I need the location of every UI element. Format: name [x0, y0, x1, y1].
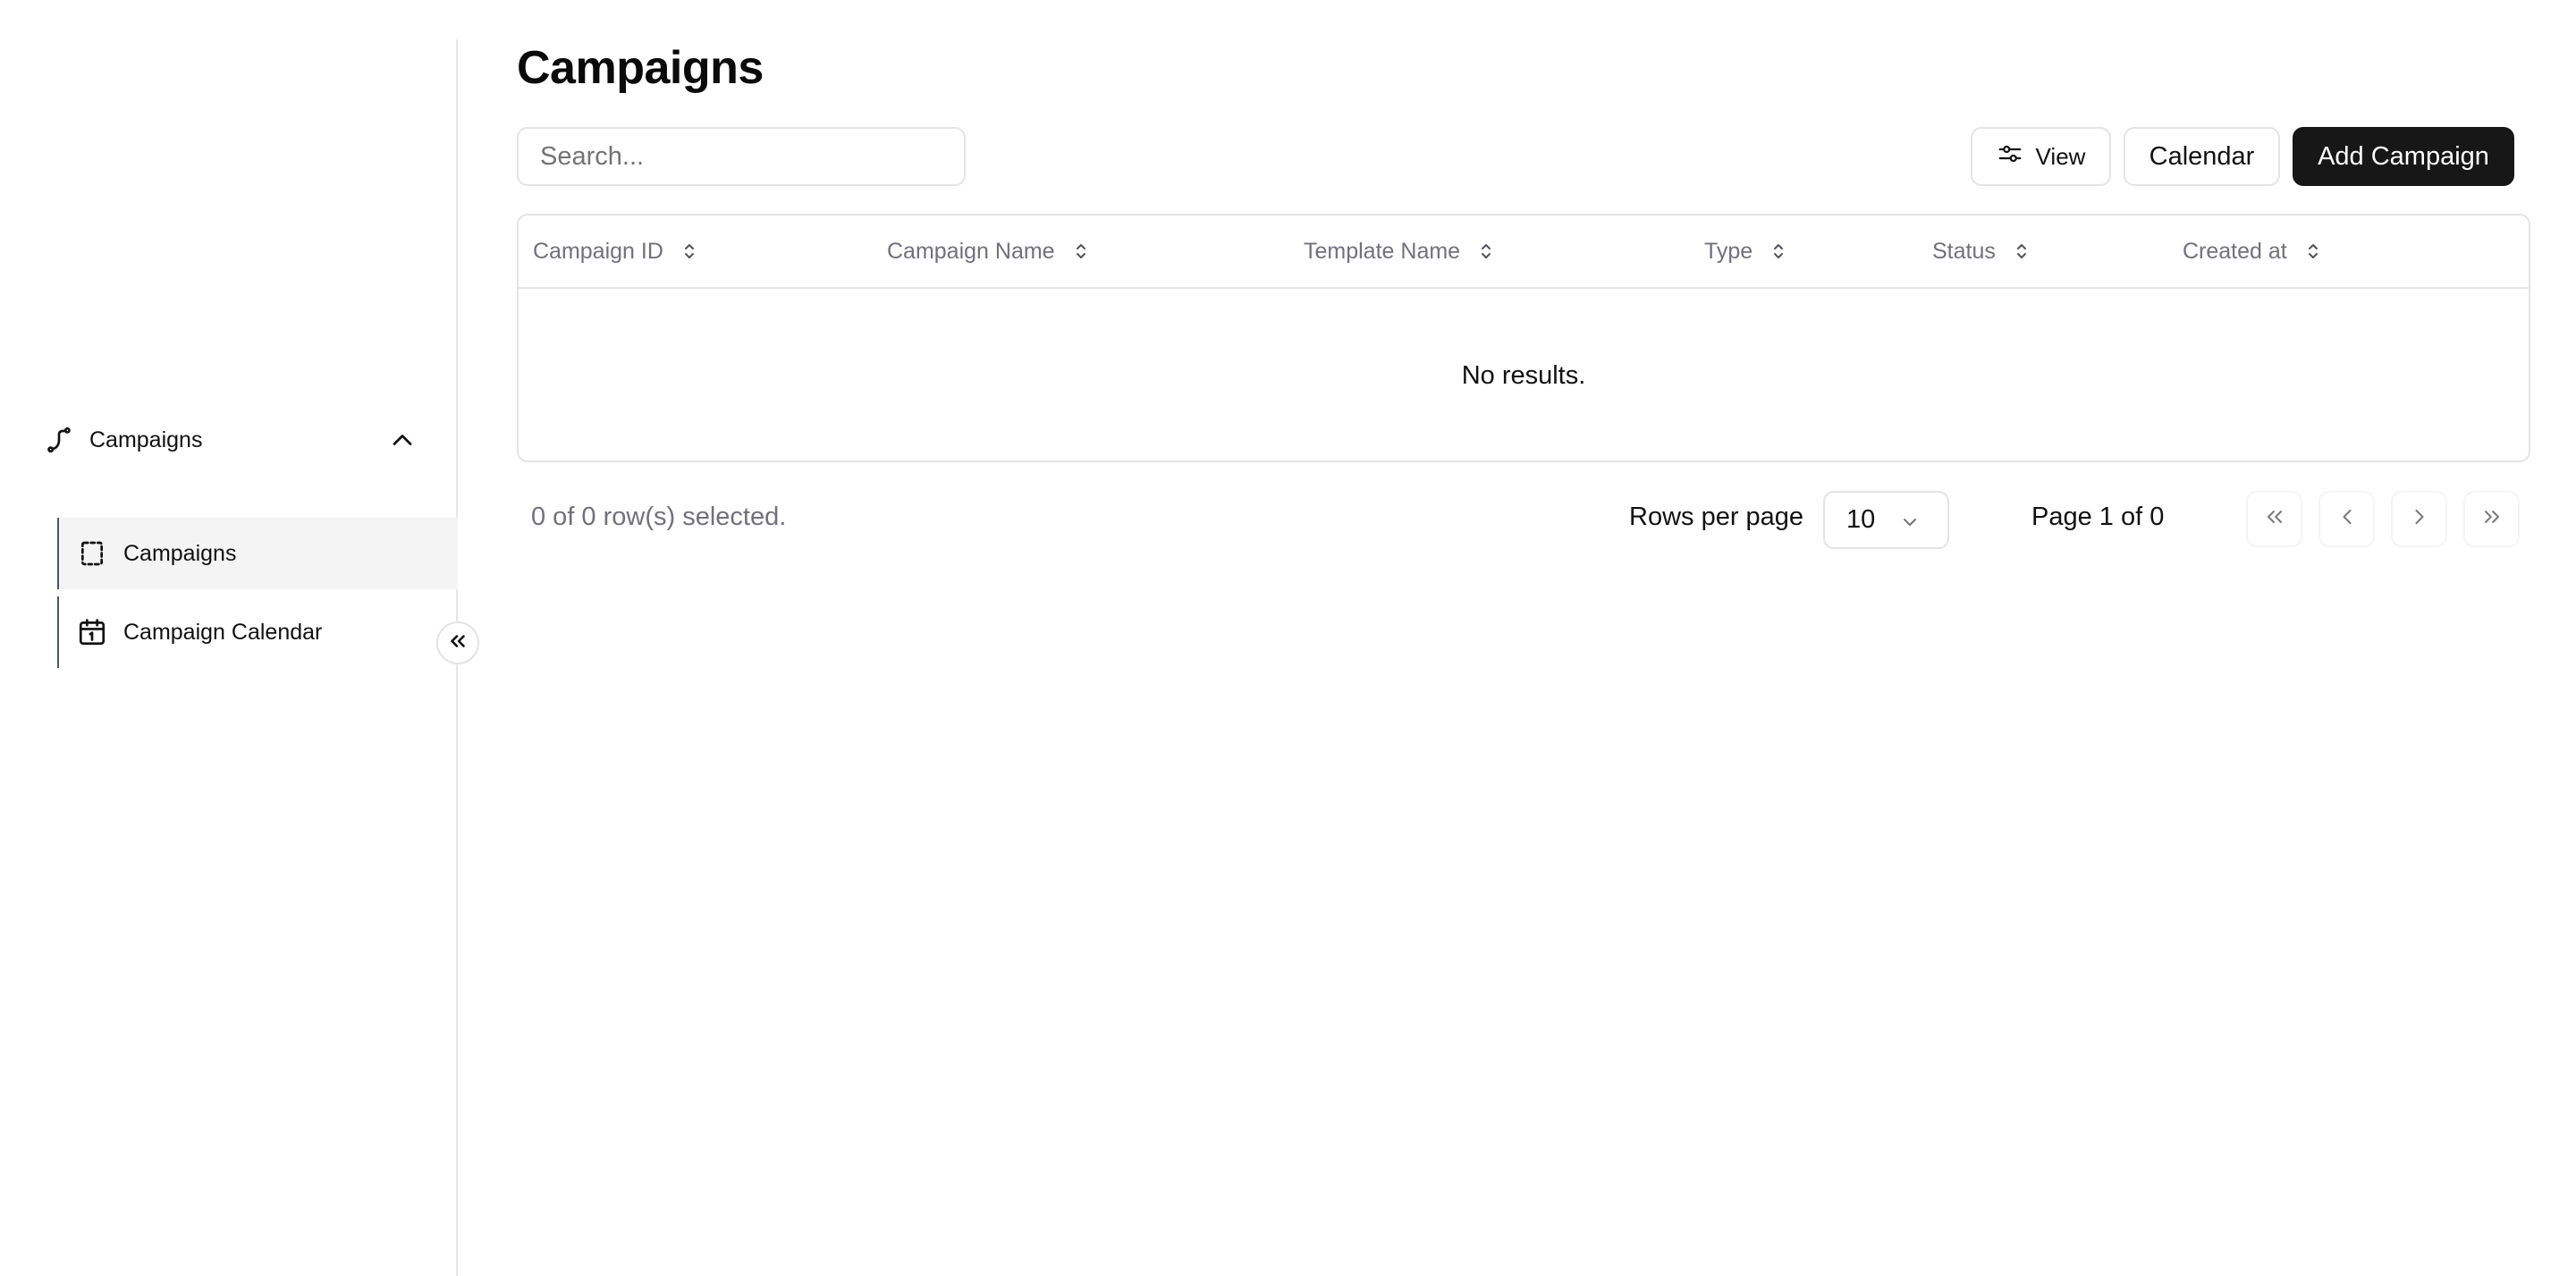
column-header-template-name[interactable]: Template Name: [1304, 215, 1496, 287]
selection-status: 0 of 0 row(s) selected.: [531, 503, 787, 531]
sidebar-item-label: Campaign Calendar: [123, 619, 323, 645]
view-button-label: View: [2035, 142, 2086, 170]
sidebar: Campaigns Campaigns Campaign Calendar: [0, 39, 479, 1276]
collapse-sidebar-button[interactable]: [436, 621, 479, 664]
column-header-type[interactable]: Type: [1704, 215, 1788, 287]
sort-icon: [2303, 239, 2323, 264]
column-header-label: Created at: [2183, 238, 2287, 264]
chevrons-left-icon: [2262, 504, 2287, 534]
rows-per-page-select[interactable]: 10: [1823, 491, 1949, 549]
first-page-button[interactable]: [2246, 491, 2302, 547]
calendar-button-label: Calendar: [2149, 141, 2255, 171]
chevron-down-icon: [1899, 511, 1921, 532]
last-page-button[interactable]: [2463, 491, 2520, 547]
search-input[interactable]: [517, 127, 966, 186]
sort-icon: [2012, 239, 2031, 264]
column-header-status[interactable]: Status: [1932, 215, 2031, 287]
calendar-button[interactable]: Calendar: [2124, 127, 2280, 186]
previous-page-button[interactable]: [2318, 491, 2375, 547]
sidebar-item-campaigns[interactable]: Campaigns: [57, 518, 458, 589]
column-header-created-at[interactable]: Created at: [2183, 215, 2323, 287]
rows-per-page-value: 10: [1846, 505, 1876, 534]
view-button[interactable]: View: [1971, 127, 2111, 186]
sort-icon: [1476, 239, 1496, 264]
chevron-left-icon: [2335, 504, 2360, 534]
chevrons-left-icon: [446, 630, 469, 657]
sort-icon: [1769, 239, 1788, 264]
column-header-label: Campaign ID: [533, 238, 663, 264]
column-header-label: Status: [1932, 238, 1996, 264]
column-header-label: Template Name: [1304, 238, 1461, 264]
sort-icon: [1071, 239, 1091, 264]
add-campaign-button-label: Add Campaign: [2318, 141, 2489, 171]
route-icon: [43, 424, 75, 456]
sidebar-group-campaigns[interactable]: Campaigns: [43, 411, 418, 469]
sidebar-subnav: Campaigns Campaign Calendar: [57, 518, 458, 675]
chevron-right-icon: [2407, 504, 2432, 534]
dashed-square-icon: [77, 538, 107, 569]
column-header-campaign-id[interactable]: Campaign ID: [533, 215, 699, 287]
sliders-icon: [1997, 140, 2023, 173]
next-page-button[interactable]: [2391, 491, 2447, 547]
column-header-label: Type: [1704, 238, 1753, 264]
campaigns-table: Campaign ID Campaign Name Template Name …: [517, 214, 2530, 462]
column-header-campaign-name[interactable]: Campaign Name: [887, 215, 1091, 287]
sidebar-item-campaign-calendar[interactable]: Campaign Calendar: [57, 596, 458, 668]
table-empty-state: No results.: [1461, 360, 1586, 390]
column-header-label: Campaign Name: [887, 238, 1055, 264]
sort-icon: [680, 239, 699, 264]
sidebar-group-label: Campaigns: [89, 427, 203, 452]
page-title: Campaigns: [517, 42, 764, 94]
rows-per-page-label: Rows per page: [1629, 503, 1804, 531]
sidebar-item-label: Campaigns: [123, 540, 237, 566]
calendar-icon: [77, 617, 107, 647]
page-indicator: Page 1 of 0: [2031, 503, 2165, 531]
chevron-up-icon[interactable]: [386, 424, 418, 456]
main-content: Campaigns View Calendar Add Campaign Cam…: [517, 0, 2530, 1276]
table-header: Campaign ID Campaign Name Template Name …: [519, 215, 2529, 289]
add-campaign-button[interactable]: Add Campaign: [2293, 127, 2514, 186]
chevrons-right-icon: [2479, 504, 2504, 534]
